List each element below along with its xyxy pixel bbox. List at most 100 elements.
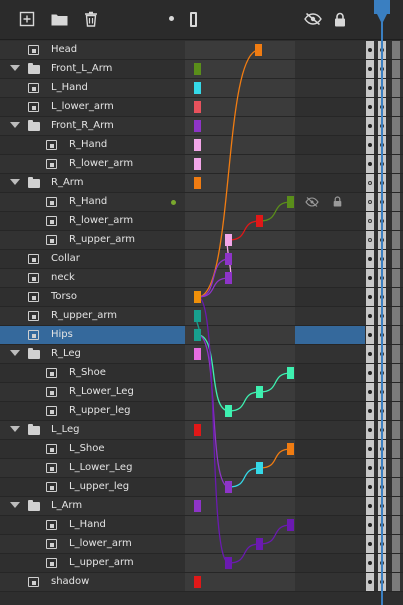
layer-row[interactable]: L_Lower_Leg: [0, 459, 403, 478]
layer-row[interactable]: L_Shoe: [0, 440, 403, 459]
layer-name-cell[interactable]: Torso: [0, 288, 185, 306]
keyframe-cell[interactable]: [366, 212, 374, 230]
chevron-down-icon[interactable]: [10, 426, 20, 432]
layer-row[interactable]: L_Hand: [0, 79, 403, 98]
layer-row[interactable]: Torso: [0, 288, 403, 307]
keyframe-cell[interactable]: [366, 440, 374, 458]
playhead-line[interactable]: [381, 14, 383, 605]
keyframe-cell[interactable]: [392, 307, 400, 325]
layer-row[interactable]: Hips: [0, 326, 403, 345]
layer-row[interactable]: R_Shoe: [0, 364, 403, 383]
keyframe-cell[interactable]: [366, 535, 374, 553]
layer-row[interactable]: L_upper_arm: [0, 554, 403, 573]
keyframe-cell[interactable]: [366, 573, 374, 591]
layer-name-cell[interactable]: L_Shoe: [0, 440, 185, 458]
layer-name-cell[interactable]: Collar: [0, 250, 185, 268]
keyframe-cell[interactable]: [366, 421, 374, 439]
layer-row[interactable]: R_upper_arm: [0, 307, 403, 326]
layer-name-cell[interactable]: L_Lower_Leg: [0, 459, 185, 477]
keyframe-cell[interactable]: [366, 497, 374, 515]
layer-name-cell[interactable]: Head: [0, 41, 185, 59]
keyframe-cell[interactable]: [392, 573, 400, 591]
keyframe-cell[interactable]: [392, 421, 400, 439]
visibility-off-icon[interactable]: [305, 197, 319, 210]
keyframe-cell[interactable]: [392, 193, 400, 211]
dot-indicator-icon[interactable]: [169, 16, 174, 21]
keyframe-cell[interactable]: [366, 402, 374, 420]
layer-name-cell[interactable]: L_Arm: [0, 497, 185, 515]
layer-row[interactable]: Front_L_Arm: [0, 60, 403, 79]
layer-name-cell[interactable]: R_Hand: [0, 193, 185, 211]
keyframe-cell[interactable]: [392, 554, 400, 572]
layer-row[interactable]: L_upper_leg: [0, 478, 403, 497]
timeline-header-marker[interactable]: [374, 0, 390, 14]
layer-name-cell[interactable]: R_Hand: [0, 136, 185, 154]
layer-name-cell[interactable]: shadow: [0, 573, 185, 591]
keyframe-cell[interactable]: [392, 440, 400, 458]
keyframe-cell[interactable]: [392, 497, 400, 515]
layer-name-cell[interactable]: R_upper_arm: [0, 307, 185, 325]
layer-name-cell[interactable]: R_lower_arm: [0, 212, 185, 230]
keyframe-cell[interactable]: [366, 478, 374, 496]
layer-row[interactable]: R_Arm: [0, 174, 403, 193]
chevron-down-icon[interactable]: [10, 350, 20, 356]
layer-name-cell[interactable]: neck: [0, 269, 185, 287]
layer-row[interactable]: L_lower_arm: [0, 535, 403, 554]
keyframe-cell[interactable]: [392, 288, 400, 306]
keyframe-cell[interactable]: [366, 554, 374, 572]
chevron-down-icon[interactable]: [10, 65, 20, 71]
layer-row[interactable]: R_lower_arm: [0, 212, 403, 231]
keyframe-cell[interactable]: [392, 516, 400, 534]
layer-name-cell[interactable]: Front_R_Arm: [0, 117, 185, 135]
layer-name-cell[interactable]: R_upper_arm: [0, 231, 185, 249]
visibility-off-icon[interactable]: [304, 10, 322, 28]
layer-name-cell[interactable]: Front_L_Arm: [0, 60, 185, 78]
keyframe-cell[interactable]: [392, 402, 400, 420]
layer-row[interactable]: L_Leg: [0, 421, 403, 440]
layer-row[interactable]: L_Hand: [0, 516, 403, 535]
keyframe-cell[interactable]: [366, 459, 374, 477]
folder-icon[interactable]: [50, 10, 68, 28]
keyframe-cell[interactable]: [392, 269, 400, 287]
layer-row[interactable]: L_Arm: [0, 497, 403, 516]
keyframe-cell[interactable]: [366, 41, 374, 59]
add-layer-icon[interactable]: [18, 10, 36, 28]
layer-row[interactable]: shadow: [0, 573, 403, 592]
layer-row[interactable]: L_lower_arm: [0, 98, 403, 117]
keyframe-cell[interactable]: [366, 516, 374, 534]
layer-name-cell[interactable]: L_lower_arm: [0, 98, 185, 116]
keyframe-cell[interactable]: [392, 117, 400, 135]
layer-name-cell[interactable]: L_Hand: [0, 79, 185, 97]
keyframe-cell[interactable]: [392, 535, 400, 553]
keyframe-cell[interactable]: [392, 364, 400, 382]
layer-row[interactable]: R_lower_arm: [0, 155, 403, 174]
frame-icon[interactable]: [190, 12, 197, 27]
layer-name-cell[interactable]: R_Shoe: [0, 364, 185, 382]
keyframe-cell[interactable]: [392, 98, 400, 116]
keyframe-cell[interactable]: [392, 326, 400, 344]
keyframe-cell[interactable]: [392, 60, 400, 78]
chevron-down-icon[interactable]: [10, 502, 20, 508]
keyframe-cell[interactable]: [366, 269, 374, 287]
keyframe-cell[interactable]: [366, 231, 374, 249]
layer-row[interactable]: Head: [0, 41, 403, 60]
keyframe-cell[interactable]: [366, 174, 374, 192]
layer-name-cell[interactable]: L_lower_arm: [0, 535, 185, 553]
layer-row[interactable]: Collar: [0, 250, 403, 269]
keyframe-cell[interactable]: [366, 288, 374, 306]
lock-icon[interactable]: [333, 196, 342, 210]
keyframe-cell[interactable]: [366, 364, 374, 382]
keyframe-cell[interactable]: [392, 478, 400, 496]
lock-icon[interactable]: [331, 10, 349, 28]
keyframe-cell[interactable]: [392, 383, 400, 401]
keyframe-cell[interactable]: [366, 117, 374, 135]
keyframe-cell[interactable]: [392, 345, 400, 363]
keyframe-cell[interactable]: [392, 212, 400, 230]
layer-name-cell[interactable]: R_Lower_Leg: [0, 383, 185, 401]
keyframe-cell[interactable]: [392, 174, 400, 192]
layer-row[interactable]: R_upper_leg: [0, 402, 403, 421]
layer-name-cell[interactable]: L_Hand: [0, 516, 185, 534]
layer-row[interactable]: R_Leg: [0, 345, 403, 364]
keyframe-cell[interactable]: [366, 307, 374, 325]
keyframe-cell[interactable]: [392, 231, 400, 249]
